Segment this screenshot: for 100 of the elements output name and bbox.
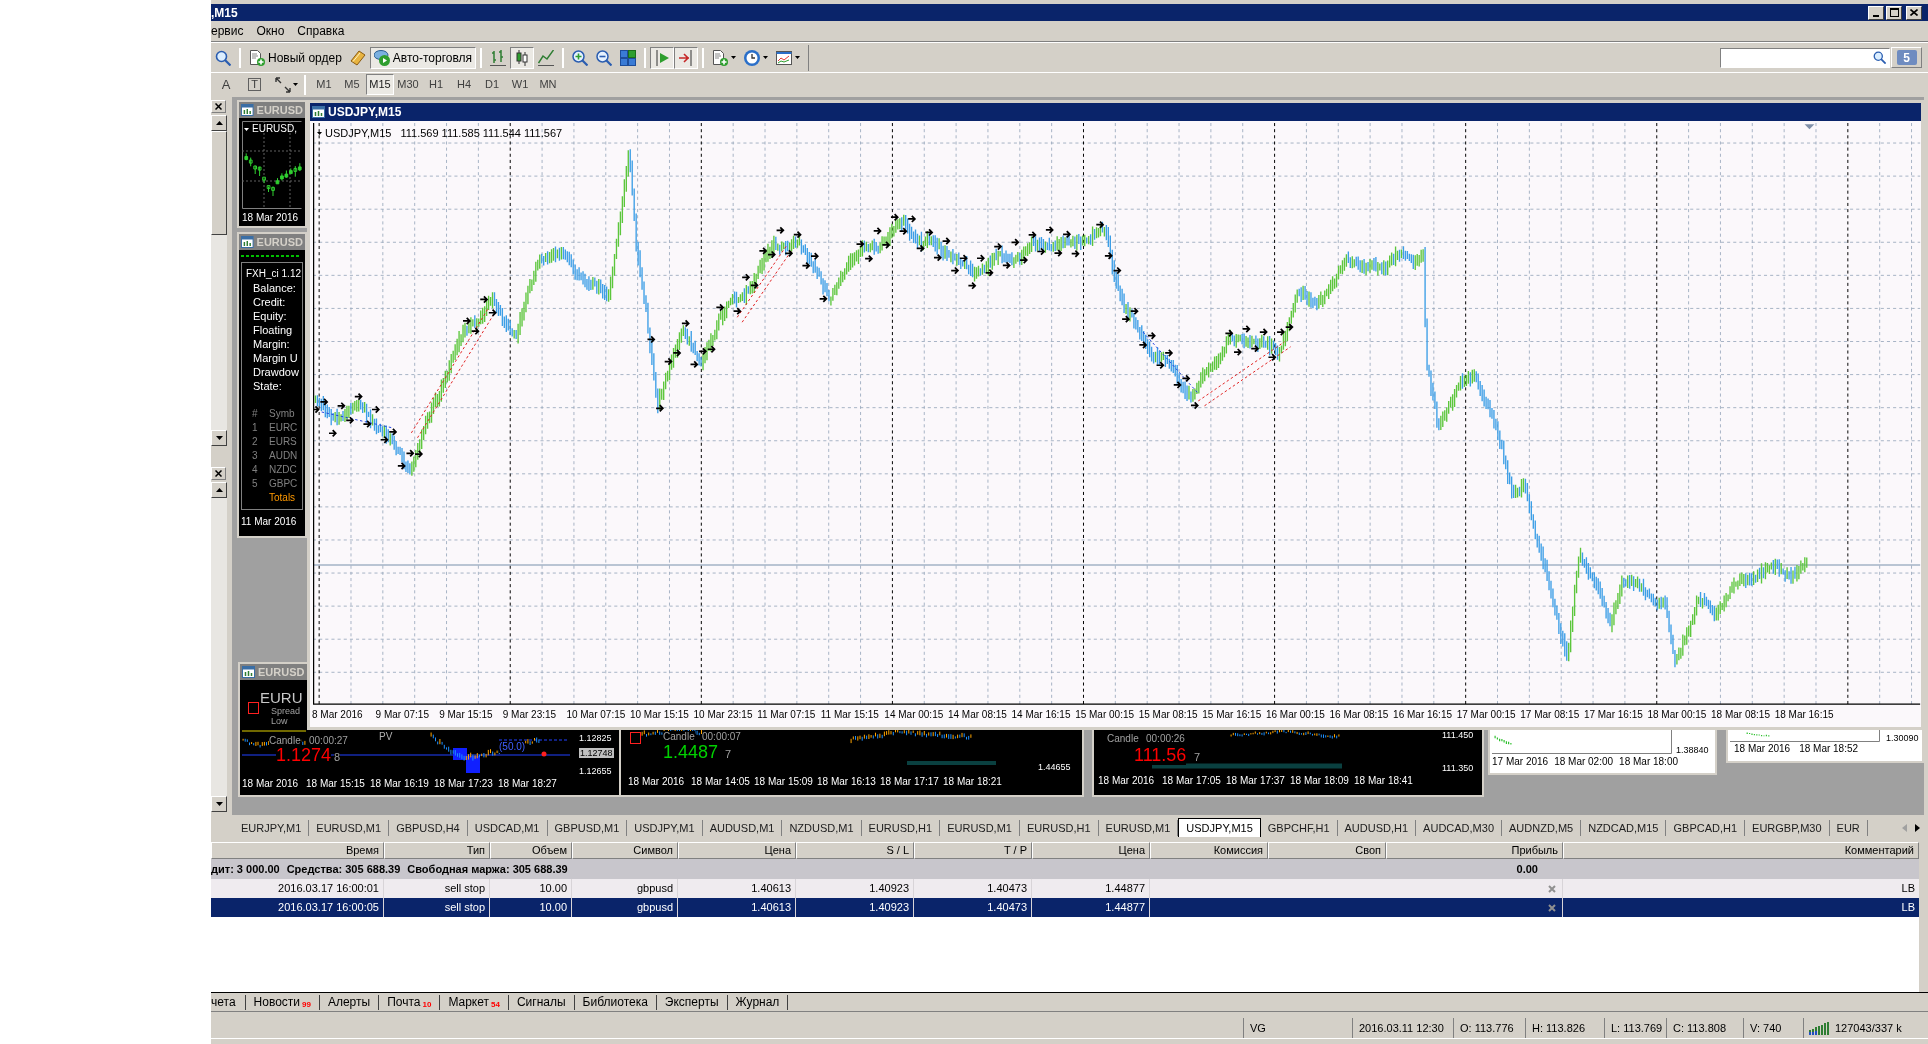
terminal-tab[interactable]: Библиотека [574,994,657,1010]
chart-tab[interactable]: NZDCAD,M15 [1581,820,1667,836]
info-label: Candle [663,731,695,743]
zoom-in-icon [572,49,589,66]
terminal-tab[interactable]: Эксперты [656,994,728,1010]
account-summary: Свободная маржа: 305 688.39 [407,863,568,875]
status-field: O: 113.776 [1453,1018,1525,1038]
chart-tab[interactable]: GBPCAD,H1 [1666,820,1746,836]
date-label: 18 Mar 17:37 [1226,775,1286,787]
date-label: 18 Mar 2016 [1734,743,1791,755]
period-button[interactable]: H4 [450,74,478,95]
scroll-up-button[interactable] [211,115,227,131]
bar-chart-icon [490,49,507,66]
axis-label: 15 Mar 00:15 [1075,708,1136,722]
column-header: Symb [269,407,295,421]
search-icon[interactable] [1873,51,1886,64]
period-button[interactable]: D1 [478,74,506,95]
column-header[interactable]: Время [211,842,384,859]
zoom-out-icon [596,49,613,66]
chart-window-icon [241,236,254,248]
chart-tab[interactable]: AUDUSD,M1 [702,820,783,836]
date-label: 11 Mar 2016 [241,516,298,528]
chart-tab[interactable]: EURUSD,H1 [861,820,941,836]
close-icon[interactable] [1548,903,1556,912]
close-button[interactable] [1906,5,1922,20]
chart-tab[interactable]: EURUSD,H1 [1019,820,1099,836]
chart-tab[interactable]: EURJPY,M1 [234,820,310,836]
column-header[interactable]: Цена [1032,842,1150,859]
column-header[interactable]: Символ [572,842,678,859]
order-row[interactable]: 2016.03.17 16:00:05 sell stop 10.00 gbpusd 1.40613 1.40923 1.40473 1.44877 LB [211,898,1919,917]
info-label: PV [379,731,393,743]
period-button[interactable]: MN [534,74,562,95]
scroll-right-icon[interactable] [1915,824,1920,832]
new-order-button[interactable]: Новый ордер [245,46,346,69]
chart-tab[interactable]: USDJPY,M15 [1178,818,1261,837]
minimize-button[interactable] [1868,5,1884,20]
column-header[interactable]: Объем [490,842,572,859]
chart-tab[interactable]: NZDUSD,M1 [782,820,862,836]
order-row[interactable]: 2016.03.17 16:00:01 sell stop 10.00 gbpusd 1.40613 1.40923 1.40473 1.44877 LB [211,879,1919,898]
chart-tab[interactable]: USDJPY,M1 [627,820,703,836]
period-button[interactable]: M5 [338,74,366,95]
status-field: C: 113.808 [1666,1018,1743,1038]
text-label-button[interactable]: T [248,78,261,91]
autoscroll-button[interactable] [650,46,675,69]
menu-item[interactable]: Справка [297,25,345,37]
chart-tab[interactable]: AUDUSD,H1 [1337,820,1417,836]
chart-tab[interactable]: EURUSD,M1 [309,820,390,836]
period-button[interactable]: M30 [394,74,422,95]
maximize-button[interactable] [1886,5,1902,20]
chart-tab[interactable]: GBPUSD,M1 [547,820,628,836]
candlestick-button[interactable] [510,46,535,69]
chart-tab[interactable]: EURUSD,M1 [940,820,1020,836]
chart-tab[interactable]: EUR [1829,820,1868,836]
column-header[interactable]: Цена [678,842,796,859]
period-button[interactable]: H1 [422,74,450,95]
period-button[interactable]: M1 [310,74,338,95]
chart-tab[interactable]: EURGBP,M30 [1745,820,1830,836]
scroll-down-button[interactable] [211,430,227,446]
menu-item[interactable]: ервис [211,25,244,37]
date-label: 18 Mar 18:27 [498,778,558,790]
chart-tab[interactable]: GBPUSD,H4 [389,820,468,836]
chart-tab[interactable]: AUDNZD,M5 [1502,820,1582,836]
column-header[interactable]: Своп [1268,842,1386,859]
close-button[interactable] [211,467,226,480]
close-button[interactable] [211,100,226,113]
terminal-tab[interactable]: Журнал [727,994,789,1010]
column-header[interactable]: Тип [384,842,490,859]
period-button[interactable]: M15 [366,74,394,95]
chart-tab[interactable]: GBPCHF,H1 [1260,820,1338,836]
chart-tab[interactable]: USDCAD,M1 [467,820,548,836]
scroll-down-button[interactable] [211,796,227,812]
scrollbar-thumb[interactable] [211,131,227,235]
chart-tab[interactable]: AUDCAD,M30 [1416,820,1502,836]
close-icon[interactable] [1548,884,1556,893]
date-label: 18 Mar 14:05 [691,776,751,788]
chart-shift-button[interactable] [674,46,699,69]
square-marker-icon [248,702,259,714]
axis-label: 9 Mar 15:15 [439,708,494,722]
column-header[interactable]: S / L [796,842,914,859]
period-button[interactable]: W1 [506,74,534,95]
column-header[interactable]: Прибыль [1386,842,1563,859]
traffic-label: 127043/337 k [1835,1022,1902,1034]
terminal-tab[interactable]: Алерты [319,994,380,1010]
column-header[interactable]: Комментарий [1563,842,1919,859]
axis-label: 17 Mar 16:15 [1583,708,1644,722]
minimize-icon [1873,14,1879,17]
text-button[interactable]: A [215,73,237,96]
scroll-up-button[interactable] [211,482,227,498]
axis-label: 10 Mar 07:15 [566,708,627,722]
auto-trading-button[interactable]: Авто-торговля [369,46,477,69]
menu-item[interactable]: Окно [256,25,285,37]
search-field[interactable] [1720,47,1890,68]
date-label: 18 Mar 15:09 [754,776,814,788]
terminal-tab[interactable]: Сигналы [508,994,575,1010]
play-icon [373,49,390,66]
date-label: 17 Mar 2016 [1492,756,1549,768]
table-cell-text: LB [1900,900,1916,915]
column-header[interactable]: T / P [914,842,1032,859]
column-header[interactable]: Комиссия [1150,842,1268,859]
terminal-tab[interactable]: чета [211,994,246,1010]
